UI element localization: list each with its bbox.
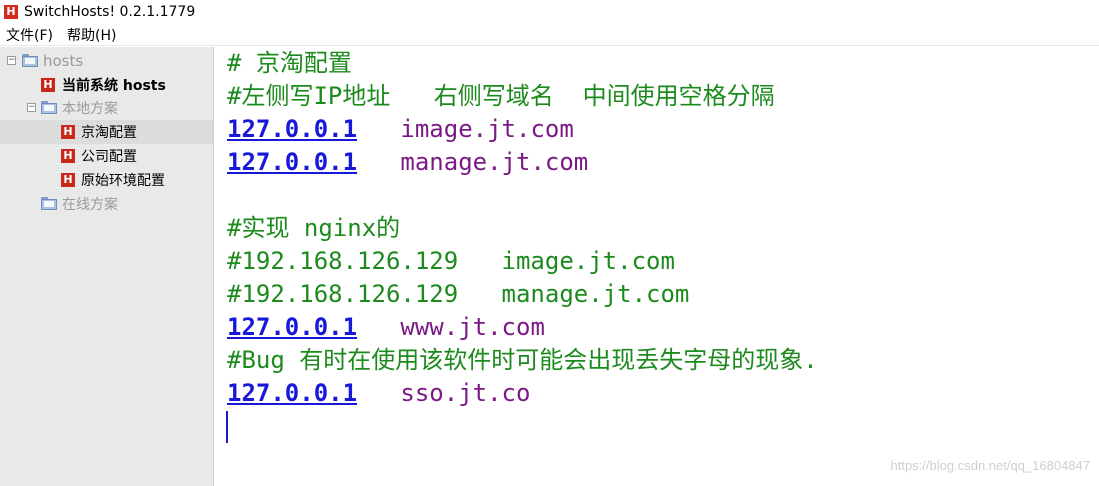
editor-line: 127.0.0.1 manage.jt.com xyxy=(227,146,588,179)
tree-item-label: 当前系统 hosts xyxy=(62,78,166,94)
folder-icon xyxy=(41,197,57,210)
ip-address[interactable]: 127.0.0.1 xyxy=(227,148,357,176)
editor-line: #实现 nginx的 xyxy=(227,214,401,242)
tree-item-label: 京淘配置 xyxy=(81,125,137,141)
folder-icon xyxy=(22,54,38,67)
editor-line: #192.168.126.129 image.jt.com xyxy=(227,247,675,275)
domain-name: manage.jt.com xyxy=(400,148,589,176)
editor-line: #左侧写IP地址 右侧写域名 中间使用空格分隔 xyxy=(227,82,775,110)
tree-group-label: 在线方案 xyxy=(62,197,118,213)
hosts-editor[interactable]: # 京淘配置 #左侧写IP地址 右侧写域名 中间使用空格分隔 127.0.0.1… xyxy=(225,47,1099,486)
folder-icon xyxy=(41,101,57,114)
hosts-h-icon: H xyxy=(61,149,75,163)
editor-line: 127.0.0.1 image.jt.com xyxy=(227,113,574,146)
tree-root-hosts[interactable]: − hosts xyxy=(0,49,213,73)
app-h-icon: H xyxy=(4,5,18,19)
hosts-h-icon: H xyxy=(41,78,55,92)
menu-bar: 文件(F) 帮助(H) xyxy=(0,24,1099,46)
tree-group-label: 本地方案 xyxy=(62,101,118,117)
hosts-h-icon: H xyxy=(61,125,75,139)
window-title: SwitchHosts! 0.2.1.1779 xyxy=(24,4,196,20)
menu-help[interactable]: 帮助(H) xyxy=(60,25,123,45)
tree-item-label: 公司配置 xyxy=(81,149,137,165)
domain-name: www.jt.com xyxy=(400,313,545,341)
sidebar-tree: − hosts H 当前系统 hosts − 本地方案 H 京淘配置 H 公司配… xyxy=(0,47,214,486)
menu-file[interactable]: 文件(F) xyxy=(0,25,60,45)
editor-line: #Bug 有时在使用该软件时可能会出现丢失字母的现象. xyxy=(227,346,818,374)
title-bar: H SwitchHosts! 0.2.1.1779 xyxy=(0,0,1099,24)
editor-line: #192.168.126.129 manage.jt.com xyxy=(227,280,690,308)
tree-group-local[interactable]: − 本地方案 xyxy=(0,96,213,120)
ip-address[interactable]: 127.0.0.1 xyxy=(227,115,357,143)
tree-item-company-config[interactable]: H 公司配置 xyxy=(0,144,213,168)
collapse-toggle-icon[interactable]: − xyxy=(27,103,36,112)
ip-address[interactable]: 127.0.0.1 xyxy=(227,313,357,341)
editor-line: 127.0.0.1 sso.jt.co xyxy=(227,377,530,410)
domain-name: sso.jt.co xyxy=(400,379,531,407)
collapse-toggle-icon[interactable]: − xyxy=(7,56,16,65)
tree-item-label: 原始环境配置 xyxy=(81,173,165,189)
ip-address[interactable]: 127.0.0.1 xyxy=(227,379,357,407)
domain-name: image.jt.com xyxy=(400,115,574,143)
tree-item-jingtao-config[interactable]: H 京淘配置 xyxy=(0,120,213,144)
tree-group-online[interactable]: 在线方案 xyxy=(0,192,213,216)
hosts-h-icon: H xyxy=(61,173,75,187)
tree-root-label: hosts xyxy=(43,52,84,70)
editor-line: 127.0.0.1 www.jt.com xyxy=(227,311,545,344)
watermark: https://blog.csdn.net/qq_16804847 xyxy=(890,458,1091,473)
tree-item-current-system-hosts[interactable]: H 当前系统 hosts xyxy=(0,73,213,97)
tree-item-original-config[interactable]: H 原始环境配置 xyxy=(0,168,213,192)
editor-line: # 京淘配置 xyxy=(227,49,352,77)
text-cursor xyxy=(226,411,228,443)
